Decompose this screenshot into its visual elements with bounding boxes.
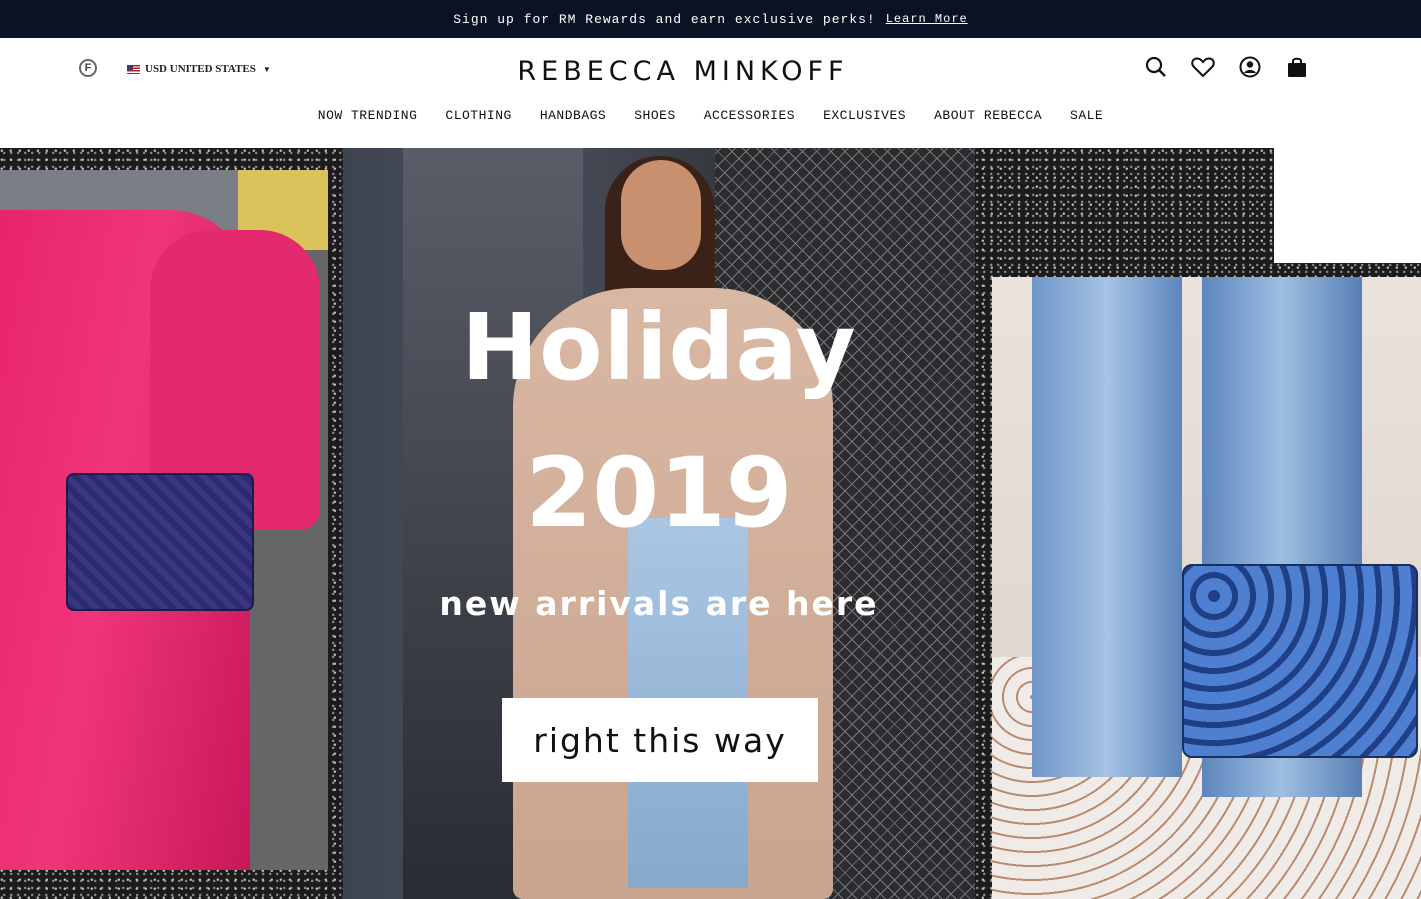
hero-image-center[interactable]: Holiday 2019 new arrivals are here right…: [343, 148, 975, 899]
us-flag-icon: [127, 64, 140, 74]
learn-more-link[interactable]: Learn More: [886, 12, 968, 26]
white-block: [1274, 148, 1421, 263]
jeans-leg-left: [1032, 277, 1182, 777]
brand-logo[interactable]: REBECCA MINKOFF: [498, 55, 868, 89]
heart-icon[interactable]: [1191, 55, 1215, 79]
hero-image-left[interactable]: [0, 170, 328, 870]
search-icon[interactable]: [1144, 55, 1168, 79]
hero-year: 2019: [525, 437, 793, 549]
hero-title: Holiday: [461, 294, 857, 401]
model-face: [621, 160, 701, 270]
hero-image-right[interactable]: [992, 277, 1421, 899]
blue-snakeskin-handbag: [1182, 564, 1418, 758]
nav-item-handbags[interactable]: HANDBAGS: [540, 108, 606, 128]
promo-text: Sign up for RM Rewards and earn exclusiv…: [453, 11, 876, 27]
nav-item-shoes[interactable]: SHOES: [634, 108, 676, 128]
nav-item-now-trending[interactable]: NOW TRENDING: [318, 108, 418, 128]
nav-item-exclusives[interactable]: EXCLUSIVES: [823, 108, 906, 128]
account-icon[interactable]: [1238, 55, 1262, 79]
main-nav: NOW TRENDING CLOTHING HANDBAGS SHOES ACC…: [0, 108, 1421, 128]
f-badge-icon[interactable]: F: [79, 59, 97, 77]
bag-icon[interactable]: [1285, 55, 1309, 79]
nav-item-clothing[interactable]: CLOTHING: [445, 108, 511, 128]
cta-button[interactable]: right this way: [502, 698, 818, 782]
nav-item-sale[interactable]: SALE: [1070, 108, 1103, 128]
header-icons: [1144, 55, 1309, 79]
currency-selector[interactable]: USD UNITED STATES ▼: [127, 61, 271, 77]
nav-item-about-rebecca[interactable]: ABOUT REBECCA: [934, 108, 1042, 128]
currency-label: USD UNITED STATES: [145, 63, 256, 75]
nav-item-accessories[interactable]: ACCESSORIES: [704, 108, 795, 128]
chevron-down-icon: ▼: [262, 64, 271, 74]
hero-banner[interactable]: Holiday 2019 new arrivals are here right…: [0, 148, 1421, 899]
promo-bar: Sign up for RM Rewards and earn exclusiv…: [0, 0, 1421, 38]
navy-croc-handbag: [66, 473, 254, 611]
hero-subtitle: new arrivals are here: [439, 584, 879, 623]
